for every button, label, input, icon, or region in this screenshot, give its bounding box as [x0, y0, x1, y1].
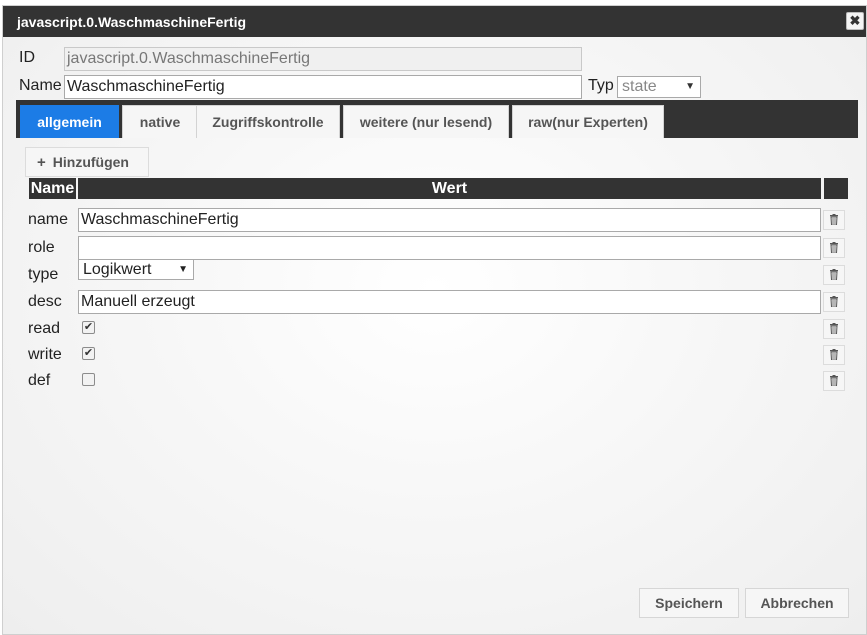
column-header-name: Name	[29, 178, 76, 199]
tab-weitere[interactable]: weitere (nur lesend)	[343, 105, 509, 138]
add-button-label: Hinzufügen	[52, 154, 129, 170]
tab-zugriffskontrolle[interactable]: Zugriffskontrolle	[196, 105, 340, 138]
trash-icon	[830, 375, 838, 387]
trash-icon	[830, 214, 838, 226]
add-button[interactable]: + Hinzufügen	[25, 147, 149, 177]
delete-button[interactable]	[823, 210, 845, 230]
cancel-button[interactable]: Abbrechen	[745, 588, 849, 618]
chevron-down-icon: ▼	[685, 81, 695, 92]
tab-native[interactable]: native	[122, 105, 198, 138]
id-field[interactable]: javascript.0.WaschmaschineFertig	[64, 47, 582, 71]
name-value-input[interactable]: WaschmaschineFertig	[78, 208, 821, 232]
delete-button[interactable]	[823, 238, 845, 258]
dialog-title: javascript.0.WaschmaschineFertig	[17, 14, 247, 30]
tab-raw[interactable]: raw(nur Experten)	[512, 105, 664, 138]
plus-icon: +	[37, 154, 46, 171]
close-icon: ✖	[849, 13, 861, 28]
typ-select[interactable]: state ▼	[617, 76, 701, 98]
delete-button[interactable]	[823, 371, 845, 391]
trash-icon	[830, 242, 838, 254]
row-label-desc: desc	[28, 293, 62, 310]
check-icon: ✔	[83, 321, 94, 333]
row-label-role: role	[28, 239, 55, 256]
trash-icon	[830, 296, 838, 308]
type-select-value: Logikwert	[83, 261, 152, 278]
row-label-write: write	[28, 346, 62, 363]
write-checkbox[interactable]: ✔	[82, 347, 95, 360]
delete-button[interactable]	[823, 292, 845, 312]
check-icon: ✔	[83, 347, 94, 359]
delete-button[interactable]	[823, 345, 845, 365]
name-label: Name	[19, 77, 62, 94]
column-header-actions	[824, 178, 848, 199]
tab-allgemein[interactable]: allgemein	[20, 105, 119, 138]
def-checkbox[interactable]	[82, 373, 95, 386]
trash-icon	[830, 349, 838, 361]
column-header-wert: Wert	[78, 178, 821, 199]
delete-button[interactable]	[823, 319, 845, 339]
close-button[interactable]: ✖	[846, 12, 864, 30]
save-button[interactable]: Speichern	[639, 588, 739, 618]
read-checkbox[interactable]: ✔	[82, 321, 95, 334]
trash-icon	[830, 269, 838, 281]
row-label-def: def	[28, 372, 51, 389]
dialog-titlebar: javascript.0.WaschmaschineFertig ✖	[3, 6, 866, 37]
trash-icon	[830, 323, 838, 335]
name-field[interactable]: WaschmaschineFertig	[64, 75, 582, 99]
desc-value-input[interactable]: Manuell erzeugt	[78, 290, 821, 314]
role-value-input[interactable]	[78, 236, 821, 260]
id-label: ID	[19, 49, 35, 66]
delete-button[interactable]	[823, 265, 845, 285]
row-label-read: read	[28, 320, 61, 337]
chevron-down-icon: ▼	[178, 264, 188, 275]
typ-label: Typ	[588, 77, 614, 94]
type-select[interactable]: Logikwert ▼	[78, 259, 194, 280]
row-label-type: type	[28, 266, 59, 283]
row-label-name: name	[28, 211, 69, 228]
tab-bar: allgemein native Zugriffskontrolle weite…	[16, 100, 858, 138]
typ-select-value: state	[622, 78, 657, 95]
